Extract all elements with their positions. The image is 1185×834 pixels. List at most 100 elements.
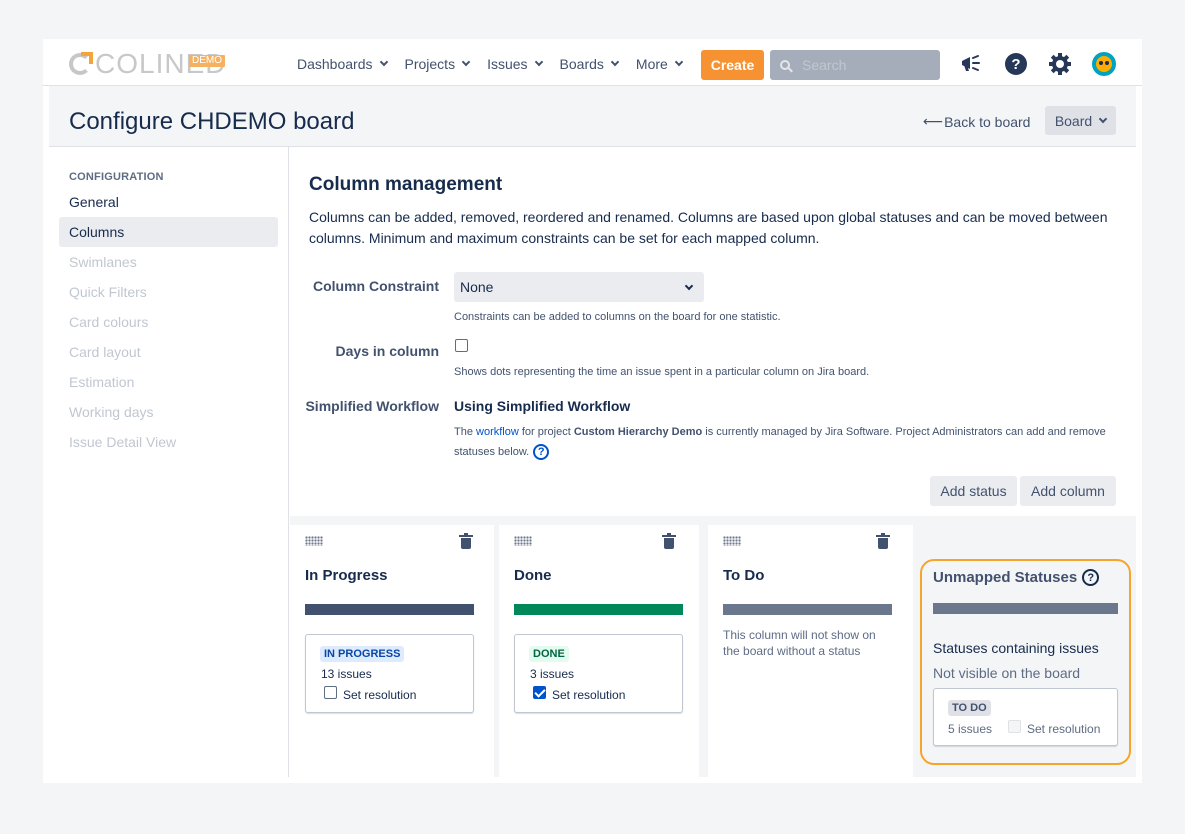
sidebar-item-working-days[interactable]: Working days xyxy=(59,397,278,427)
column-name[interactable]: In Progress xyxy=(305,567,388,584)
column-name[interactable]: Done xyxy=(514,567,552,584)
sidebar-item-card-layout[interactable]: Card layout xyxy=(59,337,278,367)
nav-dashboards-label: Dashboards xyxy=(297,56,373,72)
set-resolution-label: Set resolution xyxy=(1027,722,1101,736)
help-button[interactable]: ? xyxy=(1004,52,1028,76)
days-in-column-checkbox[interactable] xyxy=(455,339,468,352)
column-color-bar xyxy=(723,604,892,615)
page-header: Configure CHDEMO board ⟵ Back to board B… xyxy=(49,86,1136,147)
nav-boards[interactable]: Boards xyxy=(559,56,620,72)
profile-button[interactable] xyxy=(1092,52,1116,76)
nav-issues-label: Issues xyxy=(487,56,528,72)
set-resolution-checkbox[interactable] xyxy=(533,686,546,699)
help-question-icon[interactable]: ? xyxy=(533,444,550,461)
sidebar-item-quick-filters[interactable]: Quick Filters xyxy=(59,277,278,307)
search-input[interactable] xyxy=(802,57,922,73)
app-window: COLINED DEMO Dashboards Projects Issues … xyxy=(43,39,1142,783)
search-box[interactable] xyxy=(770,50,940,80)
status-lozenge: IN PROGRESS xyxy=(320,646,405,662)
chevron-down-icon xyxy=(610,57,620,67)
column-constraint-label: Column Constraint xyxy=(313,278,439,294)
add-column-button[interactable]: Add column xyxy=(1020,476,1116,506)
drag-handle-icon[interactable] xyxy=(514,536,532,546)
unmapped-color-bar xyxy=(933,603,1118,614)
project-name: Custom Hierarchy Demo xyxy=(573,426,703,438)
column-done[interactable]: Done DONE 3 issues Set resolution xyxy=(499,525,699,777)
gear-icon xyxy=(1049,53,1071,75)
issue-count: 3 issues xyxy=(530,667,575,681)
main-menu: Dashboards Projects Issues Boards More xyxy=(297,39,700,89)
sidebar-item-columns[interactable]: Columns xyxy=(59,217,278,247)
set-resolution-checkbox[interactable] xyxy=(324,686,337,699)
issue-count: 13 issues xyxy=(321,667,372,681)
board-button-label: Board xyxy=(1054,112,1093,129)
column-constraint-select[interactable]: None xyxy=(454,272,704,302)
trash-icon[interactable] xyxy=(459,533,473,549)
column-in-progress[interactable]: In Progress IN PROGRESS 13 issues Set re… xyxy=(290,525,494,777)
unmapped-line-1: Statuses containing issues xyxy=(933,640,1099,656)
workflow-link[interactable]: workflow xyxy=(476,426,519,438)
create-button[interactable]: Create xyxy=(701,50,764,80)
configuration-sidebar: CONFIGURATION General Columns Swimlanes … xyxy=(49,147,289,777)
board-dropdown-button[interactable]: Board xyxy=(1045,106,1116,135)
unmapped-title-text: Unmapped Statuses xyxy=(933,569,1078,586)
unmapped-line-2: Not visible on the board xyxy=(933,665,1081,681)
trash-icon[interactable] xyxy=(662,533,676,549)
workflow-desc-prefix: The xyxy=(454,426,477,438)
column-constraint-value: None xyxy=(460,279,494,295)
simplified-workflow-description: The workflow for project Custom Hierarch… xyxy=(454,422,1114,462)
issue-count: 5 issues xyxy=(948,722,993,736)
simplified-workflow-value: Using Simplified Workflow xyxy=(454,398,631,414)
arrow-left-icon: ⟵ xyxy=(923,113,944,129)
main-content: Column management Columns can be added, … xyxy=(290,147,1136,777)
drag-handle-icon[interactable] xyxy=(305,536,323,546)
drag-handle-icon[interactable] xyxy=(723,536,741,546)
simplified-workflow-label: Simplified Workflow xyxy=(305,398,439,414)
logo-demo-badge: DEMO xyxy=(189,55,225,67)
nav-dashboards[interactable]: Dashboards xyxy=(297,56,388,72)
column-constraint-hint: Constraints can be added to columns on t… xyxy=(454,311,781,323)
add-status-button[interactable]: Add status xyxy=(930,476,1017,506)
nav-issues[interactable]: Issues xyxy=(487,56,543,72)
chevron-down-icon xyxy=(379,57,388,67)
back-to-board-link[interactable]: ⟵ Back to board xyxy=(923,113,1030,130)
sidebar-item-swimlanes[interactable]: Swimlanes xyxy=(59,247,278,277)
help-question-icon[interactable]: ? xyxy=(1082,569,1100,586)
intro-text: Columns can be added, removed, reordered… xyxy=(309,209,1108,246)
days-in-column-hint: Shows dots representing the time an issu… xyxy=(454,366,870,378)
nav-boards-label: Boards xyxy=(559,56,604,72)
sidebar-item-card-colours[interactable]: Card colours xyxy=(59,307,278,337)
trash-icon[interactable] xyxy=(876,533,890,549)
status-card-done[interactable]: DONE 3 issues Set resolution xyxy=(514,634,683,713)
avatar xyxy=(1092,52,1116,76)
logo-icon xyxy=(69,52,93,75)
column-to-do[interactable]: To Do This column will not show on the b… xyxy=(708,525,913,777)
sidebar-heading: CONFIGURATION xyxy=(69,171,164,183)
top-navigation: COLINED DEMO Dashboards Projects Issues … xyxy=(43,39,1142,86)
avatar-face-icon xyxy=(1096,56,1112,72)
sidebar-item-estimation[interactable]: Estimation xyxy=(59,367,278,397)
megaphone-icon xyxy=(962,55,980,71)
chevron-down-icon xyxy=(1098,114,1108,123)
sidebar-item-issue-detail-view[interactable]: Issue Detail View xyxy=(59,427,278,457)
status-lozenge: TO DO xyxy=(948,700,991,716)
column-name[interactable]: To Do xyxy=(723,567,764,584)
nav-projects[interactable]: Projects xyxy=(405,56,471,72)
unmapped-statuses-panel: Unmapped Statuses ? Statuses containing … xyxy=(920,559,1131,765)
set-resolution-checkbox[interactable] xyxy=(1008,720,1021,733)
column-color-bar xyxy=(514,604,683,615)
workflow-desc-middle: for project xyxy=(518,426,574,438)
sidebar-item-general[interactable]: General xyxy=(59,187,278,217)
section-title: Column management xyxy=(309,174,503,195)
search-icon xyxy=(780,60,790,70)
notifications-button[interactable] xyxy=(960,52,984,76)
nav-more[interactable]: More xyxy=(636,56,684,72)
status-card-in-progress[interactable]: IN PROGRESS 13 issues Set resolution xyxy=(305,634,474,713)
days-in-column-label: Days in column xyxy=(335,343,439,359)
back-to-board-label: Back to board xyxy=(944,113,1031,130)
settings-button[interactable] xyxy=(1048,52,1072,76)
set-resolution-label: Set resolution xyxy=(343,688,417,702)
status-card-to-do[interactable]: TO DO 5 issues Set resolution xyxy=(933,688,1118,746)
chevron-down-icon xyxy=(674,57,684,67)
chevron-down-icon xyxy=(684,281,694,291)
